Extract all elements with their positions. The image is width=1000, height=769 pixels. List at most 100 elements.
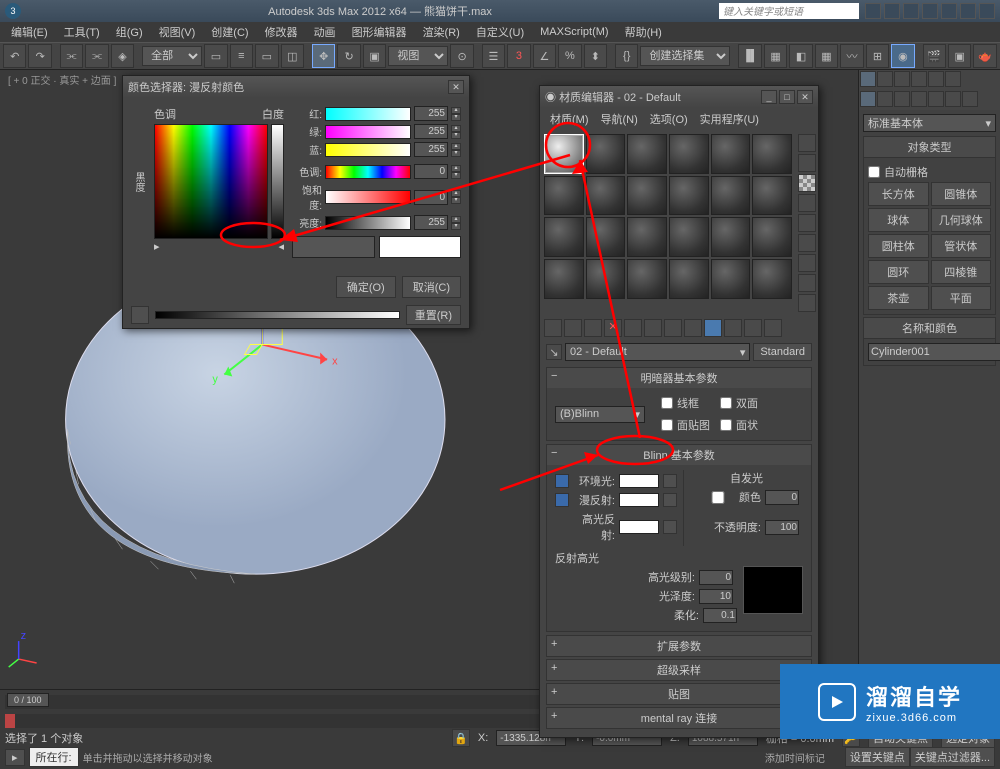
create-tab-icon[interactable]: [860, 71, 876, 87]
me-slot-17[interactable]: [711, 217, 751, 257]
search-icon[interactable]: [865, 3, 881, 19]
ambient-map-button[interactable]: [663, 474, 677, 488]
cp-hue-input[interactable]: [414, 164, 448, 179]
me-slot-8[interactable]: [586, 176, 626, 216]
shader-select[interactable]: (B)Blinn▾: [555, 406, 645, 423]
me-options-icon[interactable]: [798, 254, 816, 272]
manip-button[interactable]: ☰: [482, 44, 505, 68]
align-button[interactable]: ▦: [764, 44, 787, 68]
me-uvtile-icon[interactable]: [798, 194, 816, 212]
cp-val-slider[interactable]: [325, 216, 411, 230]
schematic-button[interactable]: ⊞: [866, 44, 889, 68]
autogrid-checkbox[interactable]: 自动栅格: [868, 164, 991, 180]
help-icon[interactable]: [903, 3, 919, 19]
time-marker[interactable]: 0 / 100: [7, 693, 49, 707]
render-frame-button[interactable]: ▣: [948, 44, 971, 68]
cp-val-input[interactable]: [414, 215, 448, 230]
me-slot-9[interactable]: [627, 176, 667, 216]
me-sample-type-icon[interactable]: [798, 134, 816, 152]
menu-maxscript[interactable]: MAXScript(M): [534, 24, 614, 40]
maps-rollout[interactable]: +贴图: [546, 683, 812, 705]
object-name-input[interactable]: [868, 343, 1000, 361]
me-slot-11[interactable]: [711, 176, 751, 216]
systems-icon[interactable]: [962, 91, 978, 107]
menu-views[interactable]: 视图(V): [153, 22, 202, 42]
me-slot-22[interactable]: [669, 259, 709, 299]
snap-button[interactable]: 3: [507, 44, 530, 68]
angle-snap-button[interactable]: ∠: [533, 44, 556, 68]
me-min-icon[interactable]: _: [761, 90, 777, 104]
name-color-header[interactable]: 名称和颜色: [864, 318, 995, 339]
supersampling-rollout[interactable]: +超级采样: [546, 659, 812, 681]
me-show-map-icon[interactable]: [704, 319, 722, 337]
category-select[interactable]: 标准基本体▾: [863, 114, 996, 132]
me-get-icon[interactable]: [544, 319, 562, 337]
me-copy-icon[interactable]: [624, 319, 642, 337]
percent-snap-button[interactable]: %: [558, 44, 581, 68]
me-slot-19[interactable]: [544, 259, 584, 299]
fav-icon[interactable]: [884, 3, 900, 19]
me-type-button[interactable]: Standard: [753, 343, 812, 361]
me-make-unique-icon[interactable]: [644, 319, 662, 337]
me-slot-12[interactable]: [752, 176, 792, 216]
named-sel-select[interactable]: 创建选择集: [640, 46, 730, 66]
me-slot-2[interactable]: [586, 134, 626, 174]
cameras-icon[interactable]: [911, 91, 927, 107]
mentalray-rollout[interactable]: +mental ray 连接: [546, 707, 812, 729]
prim-pyramid[interactable]: 四棱锥: [931, 260, 992, 284]
me-video-check-icon[interactable]: [798, 214, 816, 232]
edit-named-sel-button[interactable]: {}: [615, 44, 638, 68]
selection-filter-select[interactable]: 全部: [142, 46, 202, 66]
menu-create[interactable]: 创建(C): [205, 22, 254, 42]
me-slot-6[interactable]: [752, 134, 792, 174]
me-backlight-icon[interactable]: [798, 154, 816, 172]
hierarchy-tab-icon[interactable]: [894, 71, 910, 87]
maxscript-mini-button[interactable]: ▸: [5, 749, 25, 766]
cp-close-icon[interactable]: ✕: [448, 80, 464, 94]
diffuse-map-button[interactable]: [663, 493, 677, 507]
object-type-header[interactable]: 对象类型: [864, 137, 995, 158]
material-editor-button[interactable]: ◉: [891, 44, 914, 68]
ambient-swatch[interactable]: [619, 474, 659, 488]
me-slot-7[interactable]: [544, 176, 584, 216]
diffuse-swatch[interactable]: [619, 493, 659, 507]
setkey-button[interactable]: 设置关键点: [845, 747, 910, 767]
cp-cancel-button[interactable]: 取消(C): [402, 276, 461, 298]
color-picker-titlebar[interactable]: 颜色选择器: 漫反射颜色 ✕: [123, 76, 469, 98]
wire-checkbox[interactable]: 线框: [661, 395, 710, 411]
me-show-end-icon[interactable]: [724, 319, 742, 337]
prim-cylinder[interactable]: 圆柱体: [868, 234, 929, 258]
motion-tab-icon[interactable]: [911, 71, 927, 87]
me-slot-24[interactable]: [752, 259, 792, 299]
me-slot-23[interactable]: [711, 259, 751, 299]
curve-editor-button[interactable]: 〰: [840, 44, 863, 68]
prim-teapot[interactable]: 茶壶: [868, 286, 929, 310]
add-time-tag[interactable]: 添加时间标记: [765, 750, 825, 765]
shapes-icon[interactable]: [877, 91, 893, 107]
render-button[interactable]: 🫖: [973, 44, 996, 68]
max-icon[interactable]: [960, 3, 976, 19]
facemap-checkbox[interactable]: 面贴图: [661, 417, 710, 433]
me-menu-nav[interactable]: 导航(N): [597, 110, 642, 128]
mirror-button[interactable]: ▐▌: [738, 44, 761, 68]
display-tab-icon[interactable]: [928, 71, 944, 87]
cp-green-input[interactable]: [414, 124, 448, 139]
lights-icon[interactable]: [894, 91, 910, 107]
cp-eyedropper-icon[interactable]: [131, 306, 149, 324]
opacity-input[interactable]: [765, 520, 799, 535]
menu-tools[interactable]: 工具(T): [58, 22, 106, 42]
lock-diffuse-icon[interactable]: [555, 493, 569, 507]
prim-sphere[interactable]: 球体: [868, 208, 929, 232]
close-icon[interactable]: [979, 3, 995, 19]
cp-reset-button[interactable]: 重置(R): [406, 305, 461, 325]
selfillum-color-checkbox[interactable]: [701, 491, 735, 504]
window-crossing-button[interactable]: ◫: [281, 44, 304, 68]
select-button[interactable]: ▭: [204, 44, 227, 68]
cp-sat-slider[interactable]: [325, 190, 411, 204]
location-button[interactable]: 所在行:: [29, 747, 79, 767]
graphite-button[interactable]: ▦: [815, 44, 838, 68]
me-select-icon[interactable]: [798, 274, 816, 292]
me-menu-material[interactable]: 材质(M): [546, 110, 593, 128]
me-put-scene-icon[interactable]: [564, 319, 582, 337]
me-slot-3[interactable]: [627, 134, 667, 174]
